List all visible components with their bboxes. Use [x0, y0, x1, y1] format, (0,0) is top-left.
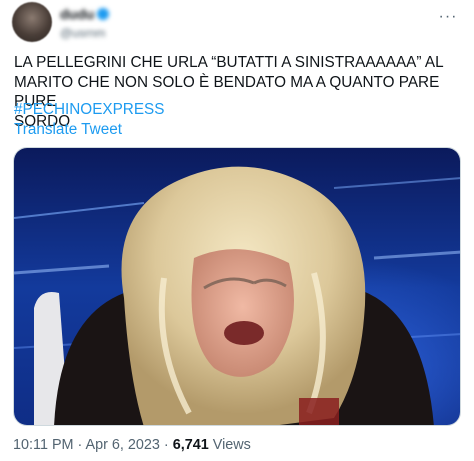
tweet-media-photo[interactable] [13, 147, 461, 426]
hashtag-link[interactable]: #PECHINOEXPRESS [14, 101, 164, 119]
author-display-name[interactable]: dudu [60, 6, 94, 22]
tweet-text: LA PELLEGRINI CHE URLA “BUTATTI A SINIST… [14, 54, 444, 130]
photo-illustration [14, 148, 460, 425]
tweet-meta: 10:11 PM · Apr 6, 2023 · 6,741 Views [13, 437, 251, 453]
tweet-time[interactable]: 10:11 PM [13, 437, 74, 453]
meta-separator: · [159, 437, 173, 453]
views-count[interactable]: 6,741 [173, 437, 209, 453]
views-label: Views [208, 437, 251, 453]
tweet-header: dudu @usrnm ··· [12, 2, 462, 42]
tweet-date[interactable]: Apr 6, 2023 [86, 437, 160, 453]
translate-tweet-link[interactable]: Translate Tweet [14, 121, 122, 139]
author-handle[interactable]: @usrnm [60, 26, 109, 40]
avatar[interactable] [12, 2, 52, 42]
verified-badge-icon [97, 8, 110, 20]
author-names[interactable]: dudu @usrnm [60, 6, 110, 40]
more-horizontal-icon[interactable]: ··· [436, 8, 460, 28]
meta-separator: · [73, 437, 86, 453]
